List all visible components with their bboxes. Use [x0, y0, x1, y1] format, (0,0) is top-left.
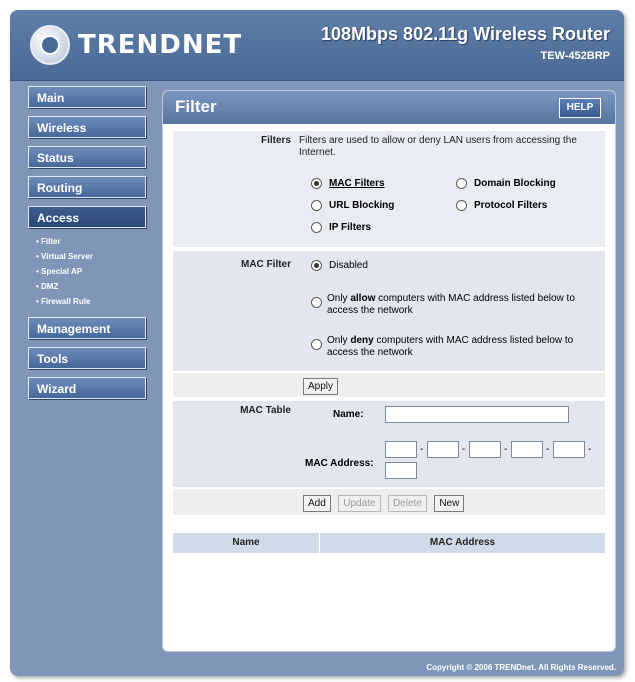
mac-table-buttons-row: Add Update Delete New: [173, 489, 605, 515]
sidebar-nav: Main Wireless Status Routing Access Filt…: [28, 86, 150, 407]
column-header-name: Name: [232, 537, 260, 548]
option-url-blocking[interactable]: URL Blocking: [311, 200, 394, 211]
trendnet-logo: TRENDNET: [30, 24, 242, 66]
subnav-item-special-ap[interactable]: Special AP: [28, 264, 150, 279]
mac-octet-6-input[interactable]: [385, 462, 417, 479]
copyright-footer: Copyright © 2006 TRENDnet. All Rights Re…: [426, 663, 616, 672]
option-mac-deny[interactable]: Only deny computers with MAC address lis…: [311, 335, 601, 359]
subnav-item-firewall-rule[interactable]: Firewall Rule: [28, 294, 150, 309]
option-mac-disabled[interactable]: Disabled: [311, 260, 368, 271]
filters-description: Filters are used to allow or deny LAN us…: [299, 135, 577, 158]
option-domain-blocking[interactable]: Domain Blocking: [456, 178, 556, 189]
radio-mac-disabled[interactable]: [311, 260, 322, 271]
mac-octet-5-input[interactable]: [553, 441, 585, 458]
apply-row: Apply: [173, 373, 605, 397]
sidebar-item-management[interactable]: Management: [28, 317, 146, 339]
mac-octet-1-input[interactable]: [385, 441, 417, 458]
subnav-item-dmz[interactable]: DMZ: [28, 279, 150, 294]
subnav-item-filter[interactable]: Filter: [28, 234, 150, 249]
name-input[interactable]: [385, 406, 569, 423]
mac-table-label: MAC Table: [240, 405, 291, 416]
help-button[interactable]: HELP: [559, 98, 601, 118]
delete-button[interactable]: Delete: [387, 495, 427, 512]
radio-protocol-filters[interactable]: [456, 200, 467, 211]
sidebar-item-access[interactable]: Access: [28, 206, 146, 228]
name-label: Name:: [333, 409, 364, 420]
access-subnav: Filter Virtual Server Special AP DMZ Fir…: [28, 234, 150, 309]
mac-octet-2-input[interactable]: [427, 441, 459, 458]
radio-mac-filters[interactable]: [311, 178, 322, 189]
router-admin-frame: TRENDNET 108Mbps 802.11g Wireless Router…: [10, 10, 624, 676]
apply-button[interactable]: Apply: [303, 378, 339, 395]
sidebar-item-main[interactable]: Main: [28, 86, 146, 108]
radio-mac-deny[interactable]: [311, 339, 322, 350]
sidebar-item-wizard[interactable]: Wizard: [28, 377, 146, 399]
filter-panel: Filter HELP Filters Filters are used to …: [162, 90, 616, 652]
new-button[interactable]: New: [434, 495, 465, 512]
option-mac-allow[interactable]: Only allow computers with MAC address li…: [311, 293, 601, 317]
update-button[interactable]: Update: [338, 495, 381, 512]
header-banner: TRENDNET 108Mbps 802.11g Wireless Router…: [10, 10, 624, 81]
option-ip-filters[interactable]: IP Filters: [311, 222, 371, 233]
mac-address-label: MAC Address:: [305, 458, 374, 469]
logo-text: TRENDNET: [78, 30, 243, 60]
mac-octet-3-input[interactable]: [469, 441, 501, 458]
page-title: Filter: [175, 97, 217, 116]
option-mac-filters[interactable]: MAC Filters: [311, 178, 385, 189]
subnav-item-virtual-server[interactable]: Virtual Server: [28, 249, 150, 264]
mac-filter-label: MAC Filter: [241, 259, 291, 270]
mac-filter-section: MAC Filter Disabled Only allow computers…: [173, 251, 605, 371]
filters-label: Filters: [260, 135, 291, 146]
radio-domain-blocking[interactable]: [456, 178, 467, 189]
logo-mark-icon: [30, 25, 70, 65]
filters-section: Filters Filters are used to allow or den…: [173, 131, 605, 247]
column-header-mac-address: MAC Address: [429, 537, 496, 548]
mac-octet-4-input[interactable]: [511, 441, 543, 458]
mac-list-table-header: Name MAC Address: [173, 533, 605, 553]
product-title: 108Mbps 802.11g Wireless Router: [321, 24, 610, 44]
sidebar-item-status[interactable]: Status: [28, 146, 146, 168]
radio-url-blocking[interactable]: [311, 200, 322, 211]
radio-ip-filters[interactable]: [311, 222, 322, 233]
panel-header: Filter HELP: [163, 91, 615, 124]
add-button[interactable]: Add: [303, 495, 331, 512]
model-number: TEW-452BRP: [540, 50, 610, 62]
sidebar-item-routing[interactable]: Routing: [28, 176, 146, 198]
sidebar-item-tools[interactable]: Tools: [28, 347, 146, 369]
radio-mac-allow[interactable]: [311, 297, 322, 308]
option-protocol-filters[interactable]: Protocol Filters: [456, 200, 547, 211]
sidebar-item-wireless[interactable]: Wireless: [28, 116, 146, 138]
mac-table-section: MAC Table Name: MAC Address: - - - - -: [173, 401, 605, 487]
